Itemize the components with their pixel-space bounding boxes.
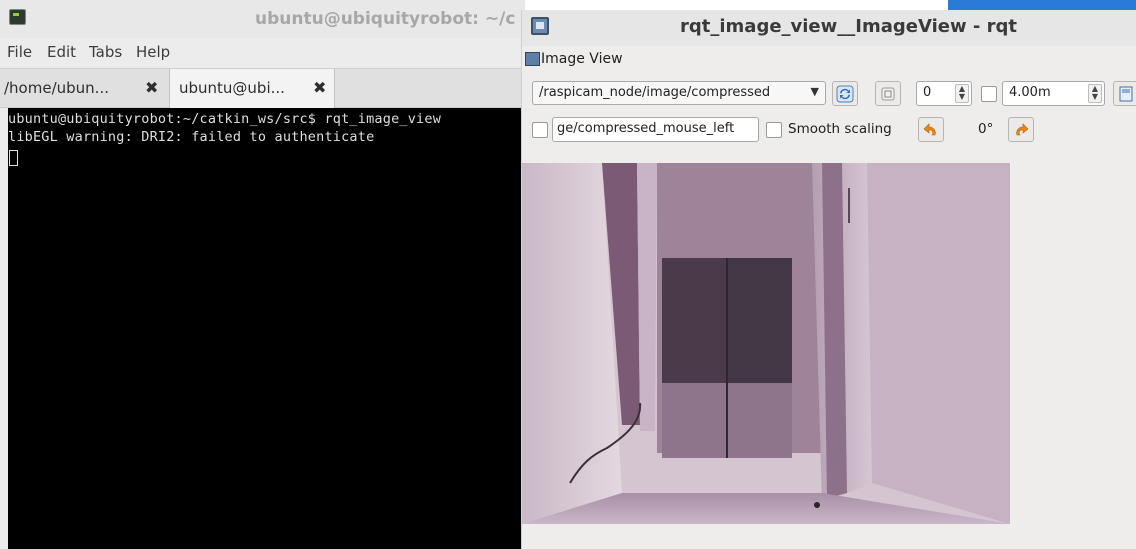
smooth-scaling-checkbox[interactable]	[766, 122, 782, 138]
max-range-value: 4.00m	[1009, 85, 1051, 100]
chevron-down-icon: ▼	[810, 85, 819, 98]
menu-tabs[interactable]: Tabs	[89, 43, 122, 61]
spin-arrows-icon[interactable]: ▲ ▼	[1088, 84, 1102, 103]
zoom-fit-icon	[881, 87, 895, 100]
camera-image[interactable]	[522, 163, 1010, 524]
save-image-button[interactable]	[1113, 81, 1136, 106]
terminal-cursor	[9, 150, 18, 166]
rotate-left-icon	[923, 122, 936, 135]
dock-header: Image View	[522, 48, 1136, 72]
menu-help[interactable]: Help	[136, 43, 170, 61]
terminal-line: libEGL warning: DRI2: failed to authenti…	[8, 129, 375, 145]
tab-label: ubuntu@ubi...	[179, 79, 285, 97]
zoom-fit-button[interactable]	[875, 81, 901, 106]
terminal-tab-bar: /home/ubun... ✖ ubuntu@ubi... ✖	[0, 68, 525, 108]
close-icon[interactable]: ✖	[145, 78, 158, 97]
terminal-window: ubuntu@ubiquityrobot: ~/c File Edit Tabs…	[0, 0, 525, 549]
rqt-app-icon	[531, 17, 549, 35]
terminal-menubar: File Edit Tabs Help	[0, 38, 525, 68]
save-icon	[1119, 86, 1133, 101]
max-range-checkbox[interactable]	[981, 86, 997, 102]
zoom-value: 0	[923, 85, 932, 100]
rqt-title: rqt_image_view__ImageView - rqt	[680, 16, 1017, 37]
topic-select[interactable]: /raspicam_node/image/compressed ▼	[532, 81, 826, 105]
terminal-tab-2[interactable]: ubuntu@ubi... ✖	[170, 69, 335, 108]
rqt-window: rqt_image_view__ImageView - rqt Image Vi…	[521, 10, 1136, 549]
accent-strip	[948, 0, 1136, 10]
refresh-icon	[836, 85, 854, 102]
topic-value: /raspicam_node/image/compressed	[539, 85, 771, 100]
smooth-scaling-label: Smooth scaling	[788, 121, 892, 137]
menu-file[interactable]: File	[7, 43, 32, 61]
dock-title: Image View	[541, 51, 623, 67]
rotate-right-button[interactable]	[1008, 117, 1034, 142]
max-range-spinbox[interactable]: 4.00m ▲ ▼	[1002, 81, 1105, 106]
terminal-output[interactable]: ubuntu@ubiquityrobot:~/catkin_ws/src$ rq…	[8, 108, 525, 549]
terminal-title: ubuntu@ubiquityrobot: ~/c	[255, 9, 516, 29]
zoom-spinbox[interactable]: 0 ▲ ▼	[916, 81, 972, 106]
terminal-titlebar[interactable]: ubuntu@ubiquityrobot: ~/c	[0, 0, 525, 38]
publish-mouse-checkbox[interactable]	[532, 122, 548, 138]
mouse-topic-input[interactable]: ge/compressed_mouse_left	[552, 117, 759, 142]
rotate-right-icon	[1016, 122, 1029, 135]
image-view-icon	[525, 52, 540, 66]
tab-label: /home/ubun...	[4, 79, 109, 97]
rotate-left-button[interactable]	[918, 117, 944, 142]
close-icon[interactable]: ✖	[313, 78, 326, 97]
rqt-titlebar[interactable]: rqt_image_view__ImageView - rqt	[522, 10, 1136, 46]
refresh-topics-button[interactable]	[832, 81, 858, 106]
rotation-label: 0°	[978, 121, 994, 137]
terminal-app-icon	[9, 9, 26, 25]
mouse-topic-value: ge/compressed_mouse_left	[557, 121, 735, 136]
terminal-tab-1[interactable]: /home/ubun... ✖	[0, 69, 170, 108]
terminal-line: ubuntu@ubiquityrobot:~/catkin_ws/src$ rq…	[8, 111, 442, 127]
camera-frame	[522, 163, 1010, 524]
menu-edit[interactable]: Edit	[47, 43, 76, 61]
spin-arrows-icon[interactable]: ▲ ▼	[955, 84, 969, 103]
